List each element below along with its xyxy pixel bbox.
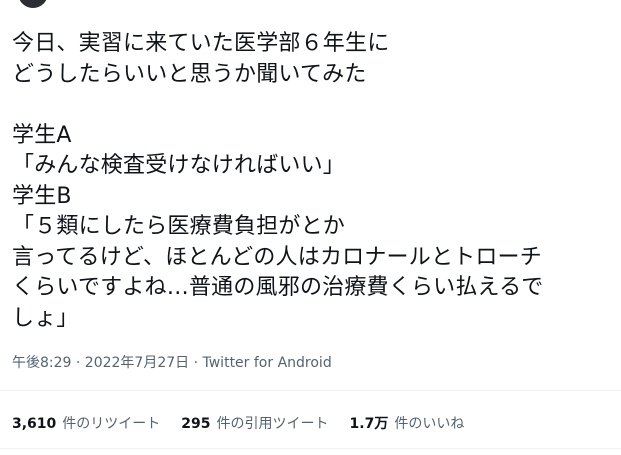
tweet-text-line: くらいですよね…普通の風邪の治療費くらい払えるで [12,275,544,300]
tweet-source-link[interactable]: Twitter for Android [203,355,332,371]
tweet-text-line: 今日、実習に来ていた医学部６年生に [12,31,390,56]
tweet-text-line: 「みんな検査受けなければいい」 [12,153,346,178]
author-avatar[interactable] [18,0,48,8]
retweets-count: 3,610 [12,416,57,432]
quote-tweets-stat-link[interactable]: 295 件の引用ツイート [181,413,328,433]
retweets-stat-link[interactable]: 3,610 件のリツイート [12,413,160,433]
tweet-text: 今日、実習に来ていた医学部６年生に どうしたらいいと思うか聞いてみた 学生A 「… [12,29,617,334]
likes-label: 件のいいね [394,416,465,432]
meta-separator: · [189,355,203,371]
quote-tweets-label: 件の引用ツイート [216,416,329,432]
retweets-label: 件のリツイート [62,416,161,432]
tweet-text-line: 学生B [12,183,72,209]
divider [0,448,621,449]
tweet-text-line: しょ」 [12,305,79,331]
tweet-stats: 3,610 件のリツイート 295 件の引用ツイート 1.7万 件のいいね [12,413,485,433]
tweet-timestamp-link[interactable]: 午後8:29 · 2022年7月27日 [12,355,189,371]
tweet-text-line: 学生A [12,122,72,148]
tweet-meta: 午後8:29 · 2022年7月27日 · Twitter for Androi… [12,352,332,372]
quote-tweets-count: 295 [181,416,211,432]
author-handle[interactable] [66,0,196,4]
likes-stat-link[interactable]: 1.7万 件のいいね [350,413,465,433]
tweet-text-line: 言ってるけど、ほとんどの人はカロナールとトローチ [12,244,542,270]
tweet-text-line: 「５類にしたら医療費負担がとか [12,214,346,239]
divider [0,390,621,391]
tweet-text-line [12,90,617,121]
tweet-text-line: どうしたらいいと思うか聞いてみた [12,61,367,87]
likes-count: 1.7万 [349,416,389,432]
tweet-card: 今日、実習に来ていた医学部６年生に どうしたらいいと思うか聞いてみた 学生A 「… [0,0,621,455]
